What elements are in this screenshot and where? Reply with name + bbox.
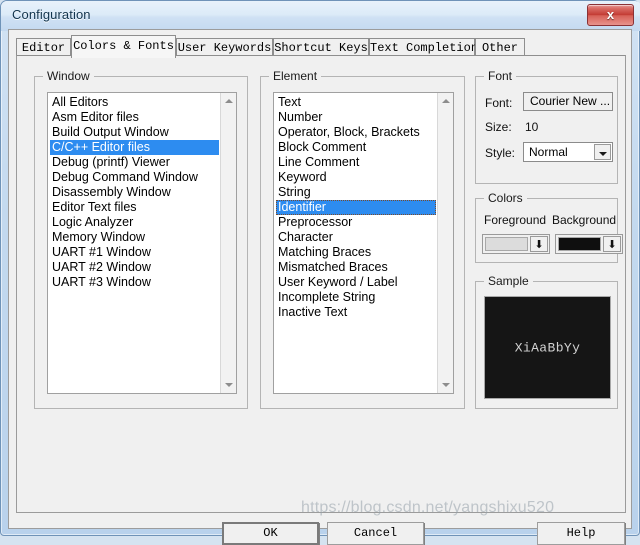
font-group-title: Font [484, 69, 517, 83]
list-item[interactable]: UART #1 Window [50, 245, 219, 260]
window-title: Configuration [12, 7, 91, 22]
list-item[interactable]: Asm Editor files [50, 110, 219, 125]
foreground-color-picker[interactable]: ⬇ [482, 234, 550, 254]
background-label-text: Background [552, 213, 617, 227]
list-item[interactable]: Preprocessor [276, 215, 436, 230]
list-item[interactable]: Build Output Window [50, 125, 219, 140]
element-listbox[interactable]: Text Number Operator, Block, Brackets Bl… [273, 92, 454, 394]
sample-group-title: Sample [484, 274, 533, 288]
scroll-up-icon[interactable] [438, 93, 453, 109]
foreground-label-text: Foreground [484, 213, 547, 227]
sample-preview: XiAaBbYy [484, 296, 611, 399]
list-item[interactable]: Line Comment [276, 155, 436, 170]
title-bar: Configuration x [1, 1, 640, 31]
list-item[interactable]: Debug Command Window [50, 170, 219, 185]
tab-text-completion-label: Text Completion [370, 41, 479, 55]
colors-group-title: Colors [484, 191, 527, 205]
down-arrow-icon: ⬇ [607, 238, 617, 251]
help-button[interactable]: Help [537, 522, 625, 545]
tab-other-label: Other [481, 41, 518, 55]
configuration-dialog: Configuration x Editor Colors & Fonts Us… [0, 0, 640, 545]
colors-group: Colors Foreground Background ⬇ ⬇ [475, 191, 623, 263]
element-list-scrollbar[interactable] [437, 93, 453, 393]
size-value: 10 [525, 120, 539, 134]
down-arrow-icon: ⬇ [534, 238, 544, 251]
list-item[interactable]: UART #3 Window [50, 275, 219, 290]
list-item[interactable]: Number [276, 110, 436, 125]
list-item[interactable]: User Keyword / Label [276, 275, 436, 290]
scroll-down-icon[interactable] [221, 377, 236, 393]
list-item[interactable]: Character [276, 230, 436, 245]
window-listbox[interactable]: All Editors Asm Editor files Build Outpu… [47, 92, 237, 394]
list-item-selected[interactable]: Identifier [276, 200, 436, 215]
list-item[interactable]: Operator, Block, Brackets [276, 125, 436, 140]
list-item[interactable]: Mismatched Braces [276, 260, 436, 275]
scroll-down-icon[interactable] [438, 377, 453, 393]
font-group: Font Font: Courier New ... Size: 10 Styl… [475, 69, 618, 184]
list-item[interactable]: Memory Window [50, 230, 219, 245]
list-item[interactable]: Text [276, 95, 436, 110]
cancel-button[interactable]: Cancel [327, 522, 424, 545]
list-item[interactable]: Debug (printf) Viewer [50, 155, 219, 170]
list-item[interactable]: Incomplete String [276, 290, 436, 305]
style-combobox[interactable]: Normal [523, 142, 613, 162]
dialog-client-area: Editor Colors & Fonts User Keywords Shor… [8, 29, 632, 545]
sample-group: Sample XiAaBbYy [475, 274, 618, 409]
sample-preview-text: XiAaBbYy [514, 340, 581, 355]
foreground-color-swatch [485, 237, 528, 251]
tab-shortcut-keys-label: Shortcut Keys [274, 41, 368, 55]
tab-user-keywords-label: User Keywords [177, 41, 272, 55]
list-item[interactable]: Logic Analyzer [50, 215, 219, 230]
font-label: Font: [485, 96, 513, 110]
background-label: Background [552, 213, 616, 227]
tab-colors-and-fonts-label: Colors & Fonts [73, 39, 174, 53]
chevron-down-icon[interactable] [594, 144, 611, 160]
tab-colors-and-fonts[interactable]: Colors & Fonts [71, 35, 176, 58]
style-combobox-value: Normal [529, 145, 568, 159]
window-group-title: Window [43, 69, 94, 83]
cancel-button-label: Cancel [353, 526, 398, 540]
background-dropdown-icon[interactable]: ⬇ [603, 236, 621, 252]
background-color-swatch [558, 237, 601, 251]
background-color-picker[interactable]: ⬇ [555, 234, 623, 254]
list-item[interactable]: Block Comment [276, 140, 436, 155]
tab-editor-label: Editor [21, 41, 66, 55]
list-item[interactable]: Inactive Text [276, 305, 436, 320]
foreground-dropdown-icon[interactable]: ⬇ [530, 236, 548, 252]
list-item[interactable]: Editor Text files [50, 200, 219, 215]
scroll-up-icon[interactable] [221, 93, 236, 109]
close-button[interactable]: x [587, 4, 634, 26]
element-group-title: Element [269, 69, 322, 83]
ok-button-label: OK [263, 526, 278, 540]
tab-panel-colors-and-fonts: Window All Editors Asm Editor files Buil… [16, 55, 626, 513]
list-item-selected[interactable]: C/C++ Editor files [50, 140, 219, 155]
list-item[interactable]: Disassembly Window [50, 185, 219, 200]
font-picker-button[interactable]: Courier New ... [523, 92, 613, 111]
ok-button[interactable]: OK [222, 522, 319, 545]
list-item[interactable]: UART #2 Window [50, 260, 219, 275]
font-picker-value: Courier New ... [530, 94, 611, 108]
size-label: Size: [485, 120, 512, 134]
list-item[interactable]: Matching Braces [276, 245, 436, 260]
style-label: Style: [485, 146, 516, 160]
window-list-scrollbar[interactable] [220, 93, 236, 393]
help-button-label: Help [566, 526, 596, 540]
window-group: Window All Editors Asm Editor files Buil… [34, 69, 248, 409]
element-group: Element Text Number Operator, Block, Bra… [260, 69, 465, 409]
element-list-items: Text Number Operator, Block, Brackets Bl… [274, 94, 436, 393]
list-item[interactable]: String [276, 185, 436, 200]
list-item[interactable]: Keyword [276, 170, 436, 185]
list-item[interactable]: All Editors [50, 95, 219, 110]
close-icon: x [606, 7, 615, 22]
foreground-label: Foreground [484, 213, 546, 227]
tab-strip: Editor Colors & Fonts User Keywords Shor… [16, 35, 626, 58]
window-list-items: All Editors Asm Editor files Build Outpu… [48, 94, 219, 393]
